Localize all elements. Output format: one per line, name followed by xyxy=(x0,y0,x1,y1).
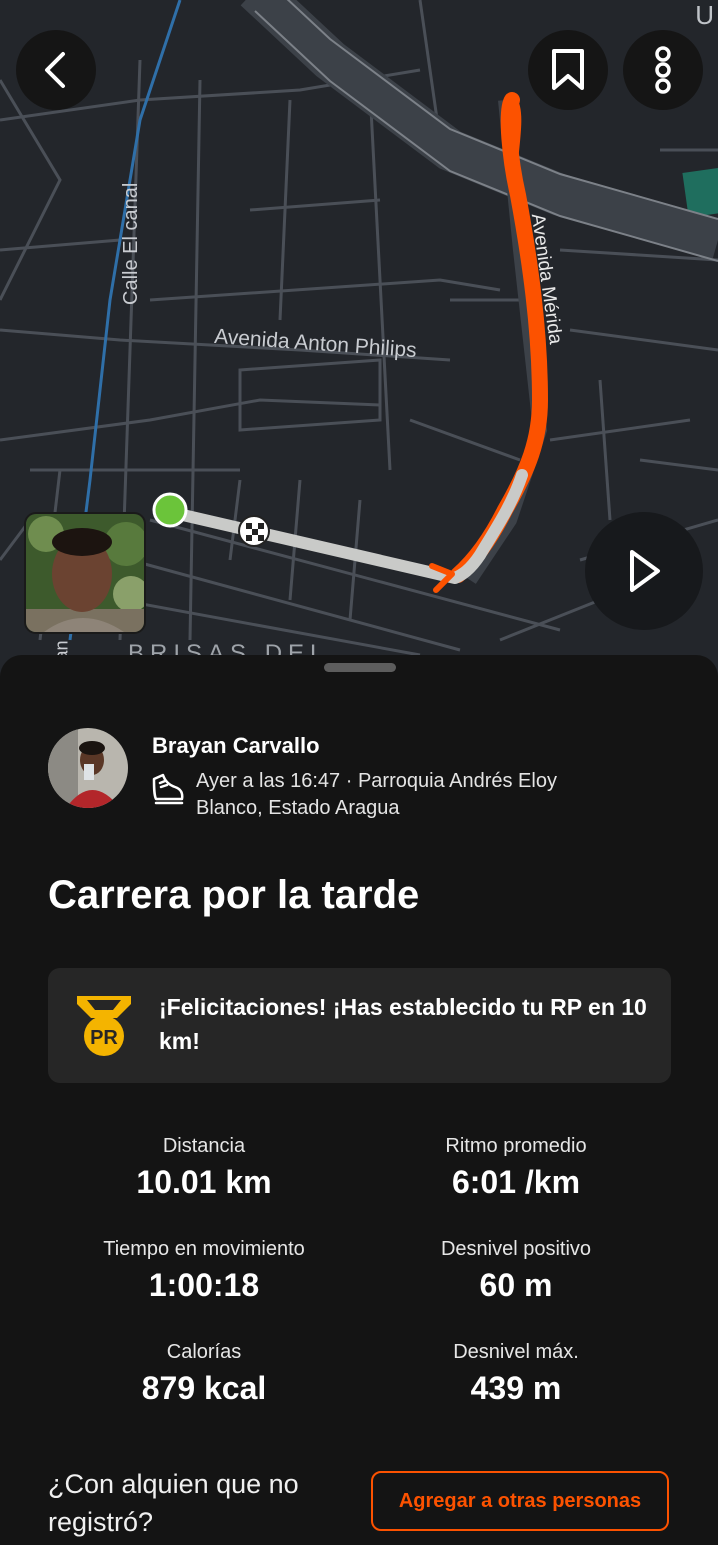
athlete-name[interactable]: Brayan Carvallo xyxy=(152,733,320,759)
chevron-left-icon xyxy=(45,52,65,88)
stat-value: 10.01 km xyxy=(136,1164,272,1200)
stat-label: Desnivel positivo xyxy=(440,1238,592,1260)
stat-label: Desnivel máx. xyxy=(453,1341,579,1363)
activity-date-location: Ayer a las 16:47 · Parroquia Andrés Eloy… xyxy=(196,770,557,819)
stat-value: 439 m xyxy=(470,1370,562,1406)
street-label-calle-el-canal: Calle El canal xyxy=(120,182,142,305)
sheet-drag-handle[interactable] xyxy=(324,663,396,672)
play-icon xyxy=(630,550,660,592)
stat-value: 1:00:18 xyxy=(148,1267,260,1303)
street-label-corner: U xyxy=(695,0,714,30)
stat-label: Distancia xyxy=(162,1135,246,1157)
stat-avg-pace: Ritmo promedio 6:01 /km xyxy=(361,1135,671,1201)
add-others-button[interactable]: Agregar a otras personas xyxy=(371,1471,669,1531)
more-vertical-icon xyxy=(655,46,671,94)
stat-max-elevation: Desnivel máx. 439 m xyxy=(361,1341,671,1407)
stat-moving-time: Tiempo en movimiento 1:00:18 xyxy=(49,1238,359,1304)
stat-calories: Calorías 879 kcal xyxy=(49,1341,359,1407)
activity-photo-thumbnail[interactable] xyxy=(24,512,146,634)
activity-details-sheet: Brayan Carvallo Ayer a las 16:47 · Parro… xyxy=(0,655,718,1545)
running-shoe-icon xyxy=(152,773,184,805)
stat-value: 879 kcal xyxy=(141,1370,267,1406)
play-flyover-button[interactable] xyxy=(585,512,703,630)
athlete-avatar[interactable] xyxy=(48,728,128,808)
more-options-button[interactable] xyxy=(623,30,703,110)
pr-badge-text: PR xyxy=(90,1027,118,1049)
stat-label: Ritmo promedio xyxy=(445,1135,587,1157)
stat-elevation-gain: Desnivel positivo 60 m xyxy=(361,1238,671,1304)
stat-distance: Distancia 10.01 km xyxy=(49,1135,359,1201)
pr-message: ¡Felicitaciones! ¡Has establecido tu RP … xyxy=(159,994,647,1054)
bookmark-icon xyxy=(552,49,584,90)
stat-value: 60 m xyxy=(479,1267,553,1303)
tag-others-prompt: ¿Con alquien que no registró? xyxy=(48,1469,299,1537)
pr-medal-icon: PR xyxy=(77,996,131,1056)
stat-label: Calorías xyxy=(166,1341,242,1363)
activity-title: Carrera por la tarde xyxy=(48,873,420,917)
activity-photo xyxy=(26,514,144,632)
save-route-button[interactable] xyxy=(528,30,608,110)
stat-label: Tiempo en movimiento xyxy=(103,1238,305,1260)
pr-achievement-card[interactable]: PR ¡Felicitaciones! ¡Has establecido tu … xyxy=(48,968,671,1083)
stat-value: 6:01 /km xyxy=(451,1164,581,1200)
avatar-image xyxy=(48,728,128,808)
route-map[interactable]: Calle El canal Avenida Anton Philips Ave… xyxy=(0,0,718,680)
back-button[interactable] xyxy=(16,30,96,110)
